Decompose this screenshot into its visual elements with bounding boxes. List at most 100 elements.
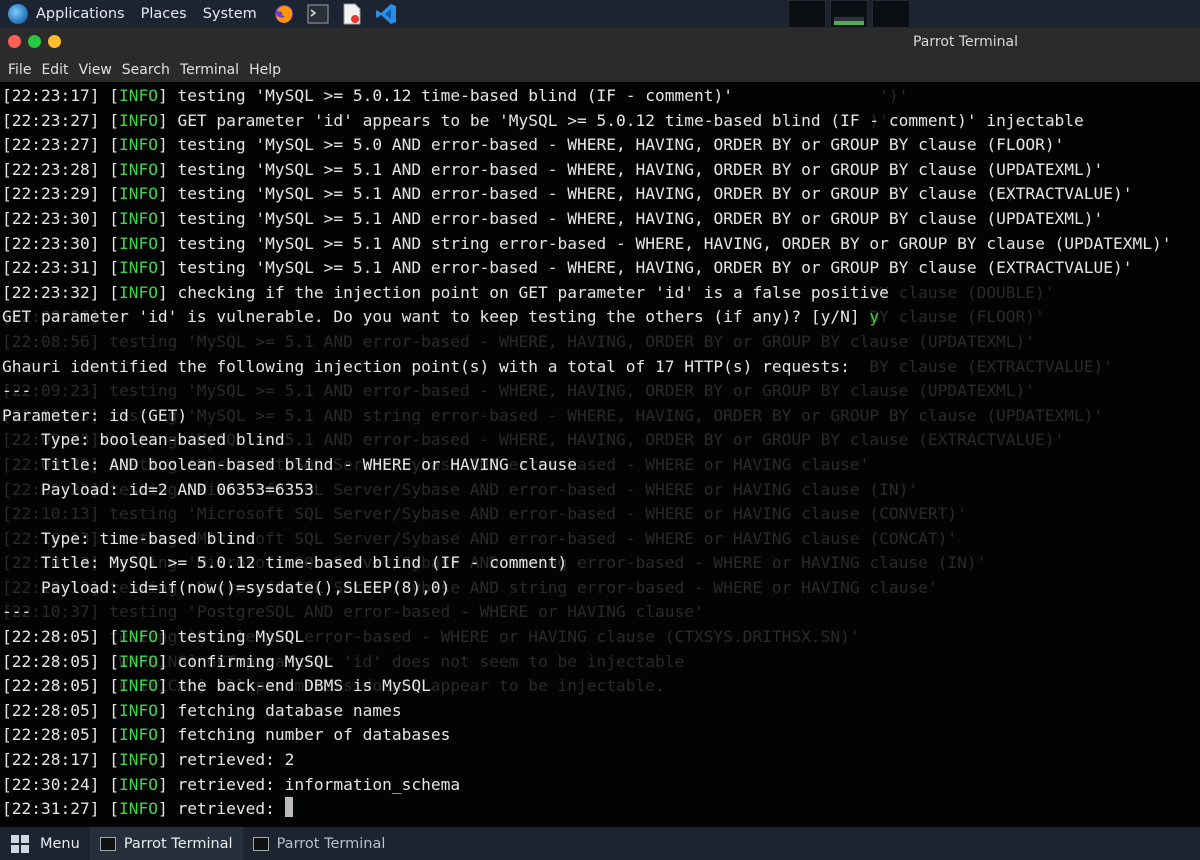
grid-menu-icon	[11, 834, 29, 853]
terminal-line: [22:28:05] [INFO] the back-end DBMS is M…	[2, 676, 431, 696]
menu-search[interactable]: Search	[122, 62, 170, 78]
log-message: testing 'MySQL >= 5.1 AND error-based - …	[167, 258, 1133, 278]
log-timestamp: [22:23:17]	[2, 86, 100, 105]
terminal-line: ---	[2, 600, 1172, 625]
maximize-button[interactable]	[48, 35, 61, 48]
terminal-line: [22:23:27] [INFO] GET parameter 'id' app…	[2, 110, 1084, 130]
log-level: INFO	[118, 233, 158, 253]
terminal-line: [22:28:17] [INFO] retrieved: 2	[2, 750, 295, 770]
terminal-line: [22:28:05] [INFO] fetching number of dat…	[2, 725, 451, 745]
log-timestamp: [22:28:17]	[2, 750, 100, 770]
workspace-3[interactable]	[872, 0, 910, 28]
terminal-line: [22:23:29] [INFO] testing 'MySQL >= 5.1 …	[2, 184, 1133, 204]
terminal-line: Payload: id=2 AND 06353=6353	[2, 478, 1172, 503]
menu-file[interactable]: File	[8, 62, 31, 78]
text-editor-icon[interactable]	[341, 3, 363, 25]
terminal-line: [22:23:31] [INFO] testing 'MySQL >= 5.1 …	[2, 258, 1133, 278]
terminal-line: [22:23:30] [INFO] testing 'MySQL >= 5.1 …	[2, 233, 1172, 253]
log-level: INFO	[118, 135, 158, 155]
log-message: testing 'MySQL >= 5.1 AND error-based - …	[167, 159, 1104, 179]
log-message: testing 'MySQL >= 5.0 AND error-based - …	[167, 135, 1065, 155]
log-timestamp: [22:28:05]	[2, 651, 100, 671]
log-message: Parameter: id (GET)	[2, 405, 188, 425]
bottom-panel: Menu Parrot Terminal Parrot Terminal	[0, 827, 1200, 860]
log-message: Title: AND boolean-based blind - WHERE o…	[2, 454, 577, 474]
terminal-line: Parameter: id (GET)	[2, 404, 1172, 429]
log-level: INFO	[118, 651, 158, 671]
taskbar-item-label: Parrot Terminal	[123, 835, 233, 852]
log-timestamp: [22:28:05]	[2, 725, 100, 745]
terminal-line: Title: AND boolean-based blind - WHERE o…	[2, 453, 1172, 478]
workspace-switcher[interactable]	[788, 0, 914, 28]
log-level: INFO	[118, 258, 158, 278]
minimize-button[interactable]	[28, 35, 41, 48]
menu-edit[interactable]: Edit	[41, 62, 68, 78]
log-message: retrieved: information_schema	[167, 774, 461, 794]
log-message: GET parameter 'id' appears to be 'MySQL …	[167, 110, 1084, 130]
log-timestamp: [22:28:05]	[2, 676, 100, 696]
log-timestamp: [22:23:29]	[2, 184, 100, 204]
text-cursor	[284, 797, 293, 818]
user-answer: y	[869, 307, 880, 327]
log-message: Ghauri identified the following injectio…	[2, 356, 850, 376]
log-timestamp: [22:28:05]	[2, 700, 100, 720]
taskbar-item-terminal-2[interactable]: Parrot Terminal	[243, 827, 396, 860]
log-level: INFO	[118, 86, 158, 105]
terminal-line: ---	[2, 379, 1172, 404]
places-menu[interactable]: Places	[141, 6, 187, 22]
close-button[interactable]	[8, 35, 21, 48]
log-level: INFO	[118, 184, 158, 204]
menu-terminal[interactable]: Terminal	[180, 62, 239, 78]
log-message: Type: time-based blind	[2, 528, 256, 548]
terminal-line: Ghauri identified the following injectio…	[2, 355, 1172, 380]
terminal-line: [22:23:30] [INFO] testing 'MySQL >= 5.1 …	[2, 208, 1104, 228]
log-timestamp: [22:23:32]	[2, 282, 100, 302]
terminal-line: Type: time-based blind	[2, 527, 1172, 552]
log-message: Payload: id=if(now()=sysdate(),SLEEP(8),…	[2, 577, 451, 597]
log-message: ---	[2, 602, 32, 622]
menu-help[interactable]: Help	[249, 62, 281, 78]
workspace-2[interactable]	[830, 0, 868, 28]
taskbar-item-label: Parrot Terminal	[276, 835, 386, 852]
terminal-line: GET parameter 'id' is vulnerable. Do you…	[2, 305, 1172, 330]
terminal-output[interactable]: ')' )' D)' BY clause (DOUBLE)' [22:08:56…	[0, 82, 1200, 827]
menu-label: Menu	[40, 835, 80, 852]
firefox-icon[interactable]	[273, 3, 295, 25]
menu-view[interactable]: View	[79, 62, 112, 78]
log-timestamp: [22:23:28]	[2, 159, 100, 179]
log-level: INFO	[118, 676, 158, 696]
log-level: INFO	[118, 700, 158, 720]
window-menubar: File Edit View Search Terminal Help	[0, 58, 1200, 82]
log-message: fetching number of databases	[167, 725, 451, 745]
workspace-1[interactable]	[788, 0, 826, 28]
terminal-line: [22:23:28] [INFO] testing 'MySQL >= 5.1 …	[2, 159, 1104, 179]
terminal-icon[interactable]	[307, 3, 329, 25]
log-level: INFO	[118, 208, 158, 228]
log-message: retrieved: 2	[167, 750, 295, 770]
terminal-line: [22:28:05] [INFO] fetching database name…	[2, 700, 402, 720]
log-message: checking if the injection point on GET p…	[167, 282, 889, 302]
menu-button[interactable]: Menu	[0, 827, 90, 860]
terminal-line: [22:23:27] [INFO] testing 'MySQL >= 5.0 …	[2, 135, 1065, 155]
log-timestamp: [22:23:27]	[2, 135, 100, 155]
log-timestamp: [22:23:27]	[2, 110, 100, 130]
log-message: testing 'MySQL >= 5.1 AND error-based - …	[167, 208, 1104, 228]
terminal-line: [22:23:17] [INFO] testing 'MySQL >= 5.0.…	[2, 86, 733, 105]
applications-menu[interactable]: Applications	[36, 6, 125, 22]
system-menu[interactable]: System	[203, 6, 257, 22]
log-level: INFO	[118, 282, 158, 302]
log-message: testing 'MySQL >= 5.0.12 time-based blin…	[167, 86, 733, 105]
log-message: retrieved:	[167, 799, 285, 819]
log-timestamp: [22:28:05]	[2, 627, 100, 647]
log-message: testing MySQL	[167, 627, 305, 647]
log-level: INFO	[118, 110, 158, 130]
vscode-icon[interactable]	[375, 3, 397, 25]
log-message: fetching database names	[167, 700, 402, 720]
parrot-logo-icon[interactable]	[8, 4, 28, 24]
log-timestamp: [22:23:30]	[2, 208, 100, 228]
window-titlebar[interactable]: Parrot Terminal	[0, 28, 1200, 58]
taskbar-item-terminal-1[interactable]: Parrot Terminal	[89, 827, 243, 860]
log-level: INFO	[118, 627, 158, 647]
